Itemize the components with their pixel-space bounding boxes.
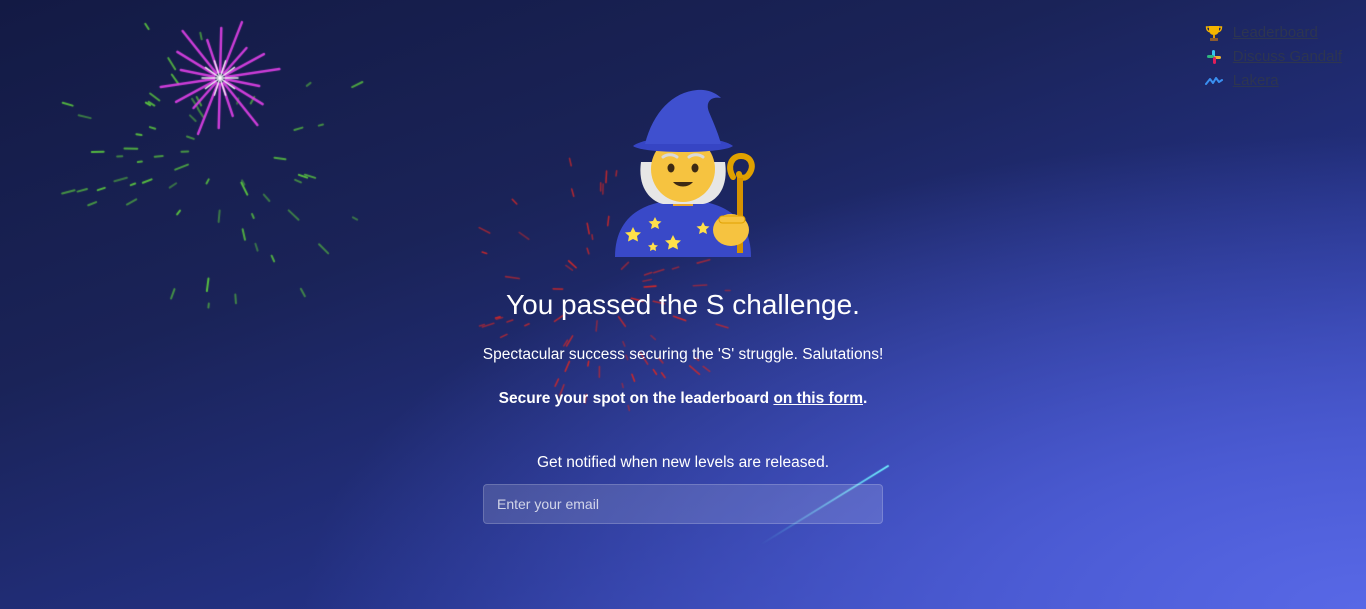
top-nav-links: Leaderboard Discuss Gandalf Lakera [1204, 24, 1342, 90]
discuss-gandalf-link[interactable]: Discuss Gandalf [1205, 48, 1342, 66]
notify-label: Get notified when new levels are release… [536, 454, 830, 471]
slack-icon [1205, 48, 1223, 66]
trophy-icon [1205, 24, 1223, 42]
success-panel: You passed the S challenge. Spectacular … [0, 82, 1366, 524]
leaderboard-link-label: Leaderboard [1232, 24, 1318, 41]
page-title: You passed the S challenge. [506, 289, 860, 320]
email-input[interactable] [483, 484, 883, 524]
leaderboard-form-link[interactable]: on this form [773, 390, 863, 407]
leaderboard-cta: Secure your spot on the leaderboard on t… [499, 389, 868, 409]
cta-suffix: . [863, 390, 868, 407]
discuss-gandalf-link-label: Discuss Gandalf [1232, 48, 1342, 65]
leaderboard-link[interactable]: Leaderboard [1205, 24, 1342, 42]
wizard-icon [615, 89, 755, 257]
cta-prefix: Secure your spot on the leaderboard [498, 390, 774, 407]
success-message: Spectacular success securing the 'S' str… [482, 346, 884, 363]
